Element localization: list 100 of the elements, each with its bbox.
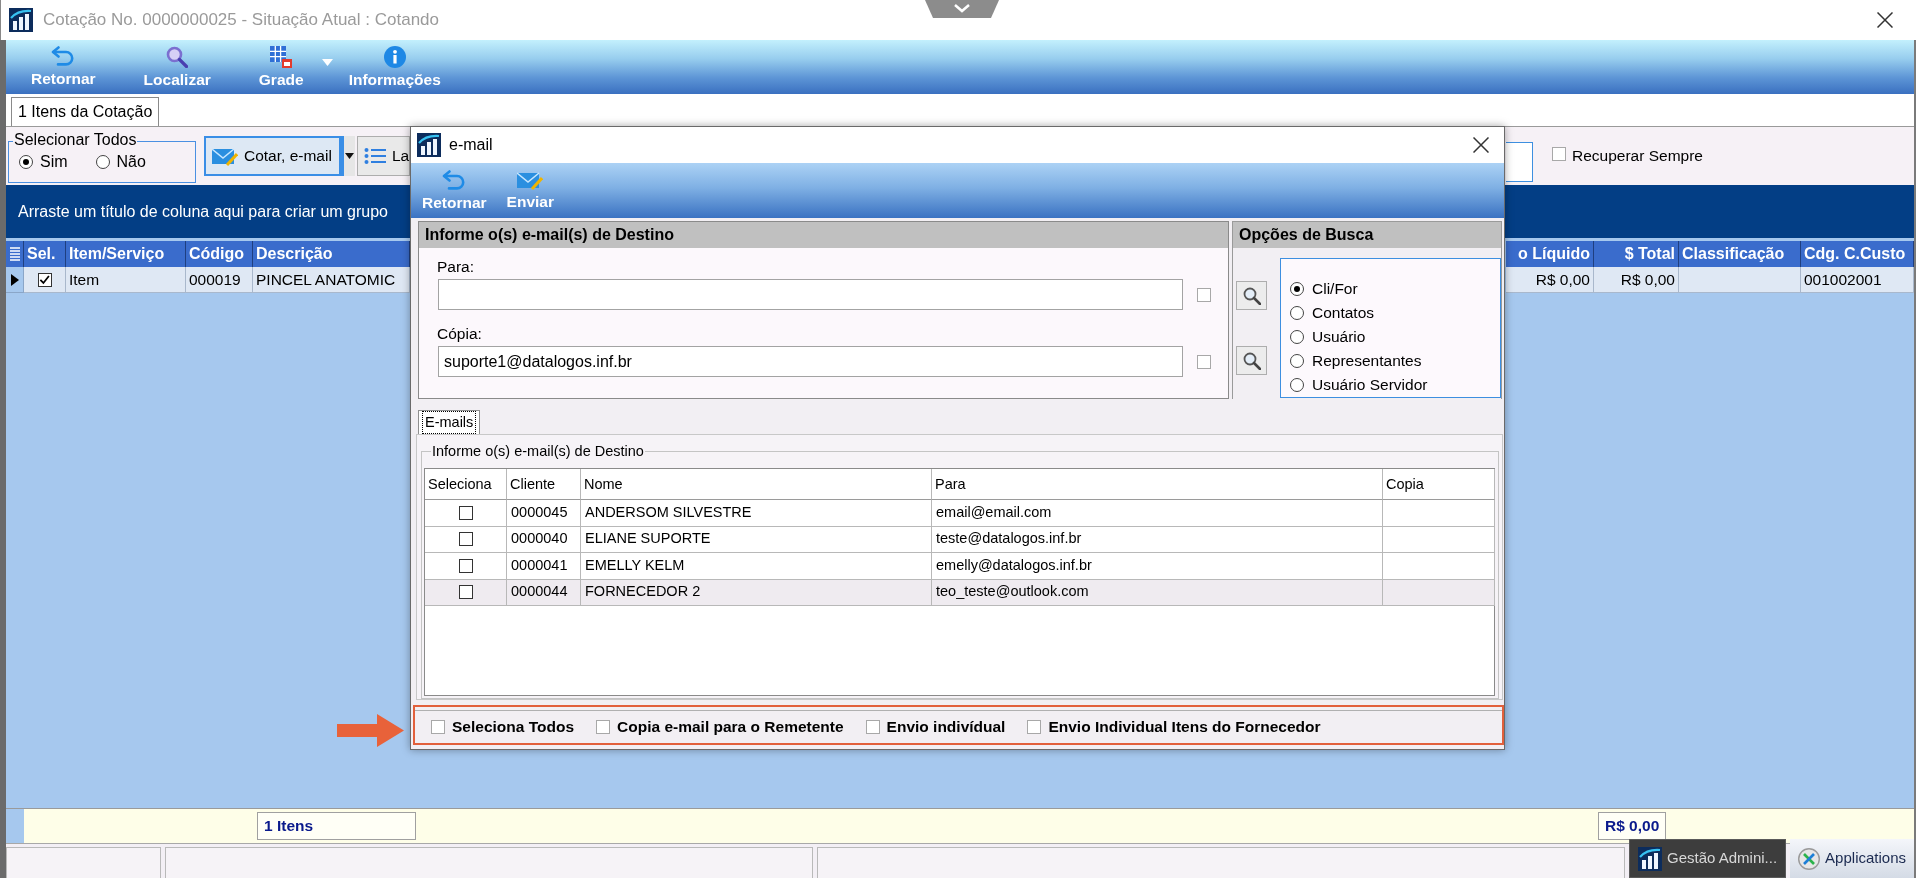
info-icon xyxy=(383,45,406,68)
table-cell: R$ 0,00 xyxy=(1594,267,1679,293)
checkbox[interactable] xyxy=(1027,720,1042,734)
column-header[interactable]: Seleciona xyxy=(425,469,507,500)
checkbox[interactable] xyxy=(865,720,880,734)
column-header[interactable]: Item/Serviço xyxy=(66,241,186,267)
total-value: R$ 0,00 xyxy=(1598,812,1667,840)
checkbox[interactable] xyxy=(1197,354,1211,369)
taskbar-button[interactable]: Gestão Admini... xyxy=(1629,839,1787,878)
close-button[interactable] xyxy=(1874,9,1896,31)
column-header[interactable]: Classificação xyxy=(1679,241,1801,267)
window-title: Cotação No. 0000000025 - Situação Atual : Cotando xyxy=(43,9,439,32)
input-field[interactable] xyxy=(1506,142,1533,182)
table-cell: teo_teste@outlook.com xyxy=(932,579,1383,606)
radio-button[interactable] xyxy=(1290,354,1304,368)
dialog-title: e-mail xyxy=(449,135,493,155)
radio-label: Usuário xyxy=(1312,327,1366,348)
table-cell: ANDERSOM SILVESTRE xyxy=(581,500,932,527)
chevron-down-icon[interactable] xyxy=(925,0,999,18)
checkbox[interactable] xyxy=(596,720,611,734)
column-header[interactable]: Código xyxy=(186,241,253,267)
tab[interactable]: 1 Itens da Cotação xyxy=(11,97,160,126)
tab[interactable]: E-mails xyxy=(418,410,481,434)
search-button[interactable] xyxy=(1236,281,1267,310)
column-header[interactable]: Descrição xyxy=(253,241,410,267)
table-cell: Item xyxy=(66,267,186,293)
column-header[interactable]: $ Total xyxy=(1594,241,1679,267)
checkbox[interactable] xyxy=(458,585,473,600)
caret-down-icon xyxy=(345,153,354,159)
column-header[interactable]: Cliente xyxy=(507,469,581,500)
column-header[interactable]: Sel. xyxy=(24,241,66,267)
close-button[interactable] xyxy=(1470,134,1492,156)
radio-button[interactable] xyxy=(1290,378,1304,392)
undo-icon xyxy=(51,46,76,67)
radio-button[interactable] xyxy=(1290,330,1304,344)
table-cell: email@email.com xyxy=(932,500,1383,527)
table-row[interactable]: 0000041 EMELLY KELM emelly@datalogos.inf.br xyxy=(425,553,1495,580)
email-button[interactable]: Cotar, e-mail xyxy=(204,136,341,176)
close-icon xyxy=(1473,137,1489,153)
column-header[interactable]: Copia xyxy=(1383,469,1495,500)
radio-label: Não xyxy=(116,152,146,172)
arrow-icon xyxy=(337,714,404,747)
circle-arrows-icon xyxy=(1798,847,1821,870)
table-cell: EMELLY KELM xyxy=(581,553,932,580)
checkbox[interactable] xyxy=(458,532,473,547)
radio-label: Usuário Servidor xyxy=(1312,375,1428,396)
table-row[interactable]: 0000044 FORNECEDOR 2 teo_teste@outlook.com xyxy=(425,579,1495,606)
search-icon xyxy=(1242,286,1261,305)
table-cell: 0000045 xyxy=(507,500,581,527)
radio-button[interactable] xyxy=(19,155,33,169)
list-button[interactable]: La xyxy=(357,136,410,176)
panel-header: Informe o(s) e-mail(s) de Destino xyxy=(419,222,1228,248)
column-header[interactable]: Nome xyxy=(581,469,932,500)
checkbox[interactable] xyxy=(37,272,52,287)
checkbox-label: Copia e-mail para o Remetente xyxy=(617,717,844,738)
dropdown-button[interactable] xyxy=(341,136,355,176)
group-title: Informe o(s) e-mail(s) de Destino xyxy=(431,443,645,459)
list-icon xyxy=(364,147,386,165)
column-header[interactable]: o Líquido xyxy=(1506,241,1594,267)
table-cell: R$ 0,00 xyxy=(1506,267,1594,293)
checkbox-label: Envio indivídual xyxy=(886,717,1006,738)
item-count: 1 Itens xyxy=(257,812,416,840)
bar-chart-icon xyxy=(9,8,33,32)
search-icon xyxy=(1242,351,1261,370)
radio-button[interactable] xyxy=(95,155,110,169)
radio-label: Sim xyxy=(40,152,68,172)
close-icon xyxy=(1877,12,1893,28)
checkbox[interactable] xyxy=(431,720,445,734)
radio-button[interactable] xyxy=(1290,282,1304,296)
checkbox[interactable] xyxy=(1197,287,1211,302)
checkbox-label: Seleciona Todos xyxy=(452,717,575,738)
grid-icon xyxy=(270,45,293,68)
field-label: Cópia: xyxy=(437,325,483,343)
input-field[interactable]: suporte1@datalogos.inf.br xyxy=(438,346,1183,377)
table-cell: FORNECEDOR 2 xyxy=(581,579,932,606)
panel-header: Opções de Busca xyxy=(1233,222,1501,248)
field-label: Para: xyxy=(437,258,476,276)
column-chooser-button[interactable] xyxy=(6,241,24,267)
column-header[interactable]: Para xyxy=(932,469,1383,500)
radio-button[interactable] xyxy=(1290,306,1304,320)
triangle-icon xyxy=(10,273,19,286)
radio-label: Representantes xyxy=(1312,351,1422,372)
column-header[interactable]: Cdg. C.Custo xyxy=(1801,241,1914,267)
envelope-icon xyxy=(212,146,238,166)
search-icon xyxy=(166,45,189,68)
bar-chart-icon xyxy=(1638,846,1663,871)
group-hint: Arraste um título de coluna aqui para criar um grupo xyxy=(18,201,388,222)
bar-chart-icon xyxy=(417,133,441,157)
checkbox[interactable] xyxy=(458,505,473,520)
input-field[interactable] xyxy=(438,279,1183,310)
radio-label: Contatos xyxy=(1312,303,1375,324)
envelope-icon xyxy=(517,170,544,190)
taskbar-button[interactable]: Applications xyxy=(1790,839,1914,878)
table-row[interactable]: 0000040 ELIANE SUPORTE teste@datalogos.inf.br xyxy=(425,526,1495,553)
table-row[interactable]: 0000045 ANDERSOM SILVESTRE email@email.com xyxy=(425,500,1495,527)
table-cell: 000019 xyxy=(186,267,253,293)
search-button[interactable] xyxy=(1236,346,1267,375)
table-cell: 0000044 xyxy=(507,579,581,606)
checkbox[interactable] xyxy=(458,558,473,573)
checkbox[interactable] xyxy=(1552,146,1566,161)
